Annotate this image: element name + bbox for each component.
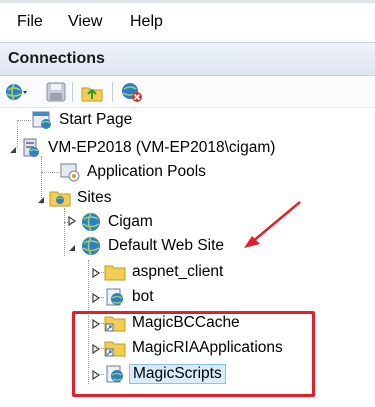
save-icon[interactable]	[44, 80, 68, 104]
tree-item-label: aspnet_client	[132, 263, 224, 280]
tree-item-start-page[interactable]: Start Page	[31, 108, 132, 132]
disconnect-icon[interactable]	[120, 80, 144, 104]
tree-item-label: Default Web Site	[108, 237, 225, 254]
folder-up-icon[interactable]	[80, 80, 104, 104]
collapse-arrow-icon[interactable]	[36, 195, 46, 205]
tree-item-label: Sites	[77, 189, 112, 206]
tree-item-label: bot	[132, 288, 154, 305]
menu-help[interactable]: Help	[130, 13, 163, 31]
connect-icon[interactable]	[4, 80, 28, 104]
application-pools-icon	[60, 163, 80, 182]
website-globe-icon	[82, 236, 100, 256]
collapse-arrow-icon[interactable]	[67, 243, 77, 253]
start-page-icon	[32, 111, 51, 129]
tree-item-aspnet-client[interactable]: aspnet_client	[104, 260, 223, 284]
toolbar-separator	[72, 82, 73, 102]
tree-item-cigam[interactable]: Cigam	[80, 210, 153, 234]
tree-item-label: Start Page	[59, 111, 133, 128]
annotation-highlight-box	[72, 311, 315, 397]
expand-arrow-icon[interactable]	[91, 268, 101, 278]
tree-item-server[interactable]: VM-EP2018 (VM-EP2018\cigam)	[20, 136, 275, 160]
connections-title: Connections	[8, 50, 105, 67]
menu-bar: File View Help	[0, 0, 375, 42]
tree-connector	[64, 208, 65, 256]
menu-view[interactable]: View	[68, 13, 102, 31]
connections-toolbar	[0, 76, 375, 108]
collapse-arrow-icon[interactable]	[8, 145, 18, 155]
tree-item-label: Application Pools	[87, 163, 206, 180]
tree-connector	[17, 120, 31, 121]
tree-connector	[17, 120, 18, 148]
annotation-arrow-icon	[244, 201, 301, 248]
connections-header: Connections	[0, 42, 375, 76]
expand-arrow-icon[interactable]	[67, 216, 77, 226]
tree-item-bot[interactable]: bot	[104, 285, 154, 309]
tree-connector	[41, 172, 59, 173]
tree-item-application-pools[interactable]: Application Pools	[59, 160, 206, 184]
tree-item-default-web-site[interactable]: Default Web Site	[80, 234, 224, 258]
tree-item-label: VM-EP2018 (VM-EP2018\cigam)	[48, 139, 276, 156]
tree-connector	[96, 272, 104, 273]
folder-icon	[104, 265, 126, 281]
expand-arrow-icon[interactable]	[91, 293, 101, 303]
menu-file[interactable]: File	[17, 13, 43, 31]
server-icon	[23, 138, 39, 157]
application-icon	[106, 288, 123, 306]
website-globe-icon	[82, 212, 100, 232]
toolbar-separator	[112, 82, 113, 102]
sites-folder-icon	[49, 191, 71, 207]
tree-connector	[96, 297, 104, 298]
tree-item-sites[interactable]: Sites	[49, 186, 111, 210]
tree-item-label: Cigam	[108, 213, 153, 230]
